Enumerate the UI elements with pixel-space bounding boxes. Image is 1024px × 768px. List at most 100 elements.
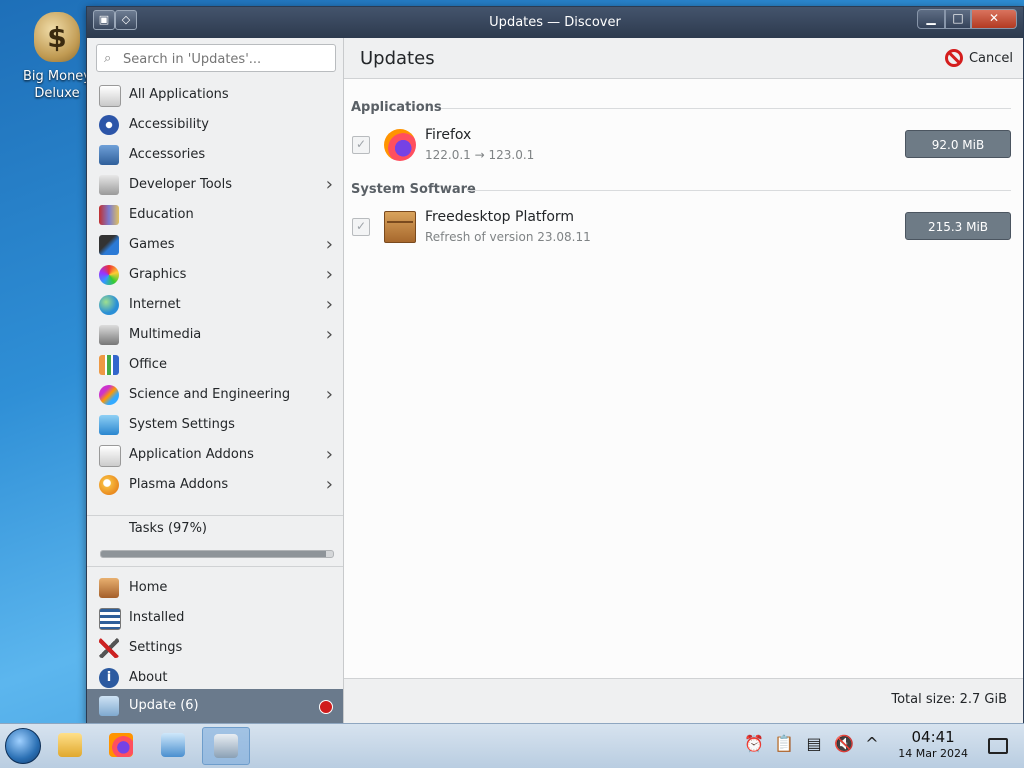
total-size: Total size: 2.7 GiB — [891, 692, 1007, 707]
taskbar: ⏰ 📋 ▤ 🔇 ^ 04:41 14 Mar 2024 — [0, 723, 1024, 768]
sidebar-item-label: All Applications — [129, 87, 229, 102]
system-settings-icon — [99, 415, 119, 435]
update-size-button[interactable]: 92.0 MiB — [905, 130, 1011, 158]
section-divider — [441, 108, 1011, 109]
tools-icon — [99, 638, 119, 658]
sidebar-item-label: Accessibility — [129, 117, 209, 132]
sidebar: ⌕ All Applications Accessibility Accesso… — [87, 38, 344, 723]
sidebar-item-plasma-addons[interactable]: Plasma Addons › — [87, 470, 343, 500]
notifications-icon[interactable]: ⏰ — [744, 734, 764, 754]
sidebar-item-label: Home — [129, 580, 168, 595]
sidebar-item-internet[interactable]: Internet › — [87, 290, 343, 320]
minimize-button[interactable]: ▁ — [917, 9, 945, 29]
sidebar-item-education[interactable]: Education — [87, 200, 343, 230]
show-desktop-button[interactable] — [988, 738, 1008, 754]
taskbar-file-manager[interactable] — [52, 727, 88, 763]
maximize-button[interactable]: □ — [945, 9, 971, 29]
section-divider — [468, 190, 1011, 191]
start-menu-button[interactable] — [5, 728, 41, 764]
update-checkbox[interactable]: ✓ — [352, 136, 370, 154]
updates-tray-icon[interactable]: ▤ — [804, 734, 824, 754]
window-controls: ▁ □ ✕ — [917, 9, 1017, 29]
divider — [87, 566, 343, 567]
sidebar-item-office[interactable]: Office — [87, 350, 343, 380]
office-icon — [99, 355, 119, 375]
developer-tools-icon — [99, 175, 119, 195]
sidebar-item-multimedia[interactable]: Multimedia › — [87, 320, 343, 350]
sidebar-item-update[interactable]: Update (6) — [87, 689, 343, 723]
chevron-right-icon: › — [325, 294, 333, 315]
sidebar-item-label: Internet — [129, 297, 181, 312]
chevron-right-icon: › — [325, 234, 333, 255]
sidebar-item-science[interactable]: Science and Engineering › — [87, 380, 343, 410]
sidebar-item-label: About — [129, 670, 168, 685]
cancel-button[interactable]: Cancel — [944, 47, 1013, 69]
accessories-icon — [99, 145, 119, 165]
addons-grid-icon — [99, 445, 121, 467]
sidebar-item-installed[interactable]: Installed — [87, 603, 343, 633]
sidebar-item-all-applications[interactable]: All Applications — [87, 80, 343, 110]
update-size-button[interactable]: 215.3 MiB — [905, 212, 1011, 240]
globe-icon — [99, 295, 119, 315]
volume-muted-icon[interactable]: 🔇 — [834, 734, 854, 754]
sidebar-item-accessories[interactable]: Accessories — [87, 140, 343, 170]
info-icon: i — [99, 668, 119, 688]
sidebar-item-label: Settings — [129, 640, 183, 655]
window-title: Updates — Discover — [489, 15, 621, 30]
window-titlebar[interactable]: ▣ ◇ Updates — Discover ▁ □ ✕ — [87, 7, 1023, 38]
money-bag-icon: $ — [34, 12, 80, 62]
sidebar-item-home[interactable]: Home — [87, 573, 343, 603]
grid-icon — [99, 85, 121, 107]
divider — [87, 515, 343, 516]
firefox-icon — [109, 733, 133, 757]
chevron-right-icon: › — [325, 174, 333, 195]
sidebar-item-label: Plasma Addons — [129, 477, 229, 492]
update-row-firefox[interactable]: ✓ Firefox 122.0.1 → 123.0.1 92.0 MiB — [344, 123, 1023, 167]
section-header-applications: Applications — [351, 100, 442, 115]
chevron-right-icon: › — [325, 444, 333, 465]
chevron-right-icon: › — [325, 384, 333, 405]
sidebar-item-application-addons[interactable]: Application Addons › — [87, 440, 343, 470]
search-field[interactable]: ⌕ — [96, 44, 336, 72]
sidebar-item-label: Office — [129, 357, 167, 372]
chevron-right-icon: › — [325, 324, 333, 345]
accessibility-icon — [99, 115, 119, 135]
home-icon — [99, 578, 119, 598]
tasks-label[interactable]: Tasks (97%) — [129, 521, 207, 536]
update-row-freedesktop[interactable]: ✓ Freedesktop Platform Refresh of versio… — [344, 205, 1023, 249]
taskbar-firefox[interactable] — [103, 727, 139, 763]
updates-footer: Total size: 2.7 GiB — [344, 678, 1023, 723]
chevron-right-icon: › — [325, 474, 333, 495]
graphics-icon — [99, 265, 119, 285]
update-version: Refresh of version 23.08.11 — [425, 230, 591, 244]
clock[interactable]: 04:41 14 Mar 2024 — [898, 729, 968, 761]
page-title: Updates — [360, 48, 435, 69]
chevron-up-icon[interactable]: ^ — [862, 734, 882, 754]
search-input[interactable] — [121, 48, 335, 70]
sidebar-item-developer-tools[interactable]: Developer Tools › — [87, 170, 343, 200]
cancel-label: Cancel — [968, 50, 1013, 66]
updates-list: Applications ✓ Firefox 122.0.1 → 123.0.1… — [344, 79, 1023, 679]
sidebar-item-games[interactable]: Games › — [87, 230, 343, 260]
sidebar-item-label: Accessories — [129, 147, 206, 162]
sidebar-item-accessibility[interactable]: Accessibility — [87, 110, 343, 140]
sidebar-item-system-settings[interactable]: System Settings — [87, 410, 343, 440]
taskbar-system-settings[interactable] — [155, 727, 191, 763]
tasks-progress-fill — [101, 551, 327, 557]
update-icon — [99, 696, 119, 716]
plasma-icon — [99, 475, 119, 495]
category-list: All Applications Accessibility Accessori… — [87, 80, 343, 500]
clipboard-icon[interactable]: 📋 — [774, 734, 794, 754]
package-box-icon — [384, 211, 416, 243]
update-version: 122.0.1 → 123.0.1 — [425, 148, 535, 162]
update-checkbox[interactable]: ✓ — [352, 218, 370, 236]
sidebar-item-label: System Settings — [129, 417, 235, 432]
sidebar-item-label: Games — [129, 237, 175, 252]
update-badge-icon — [319, 700, 333, 714]
close-button[interactable]: ✕ — [971, 9, 1017, 29]
taskbar-discover[interactable] — [202, 727, 250, 765]
games-icon — [99, 235, 119, 255]
sidebar-item-graphics[interactable]: Graphics › — [87, 260, 343, 290]
bottom-nav: Home Installed Settings i About — [87, 573, 343, 693]
sidebar-item-settings[interactable]: Settings — [87, 633, 343, 663]
